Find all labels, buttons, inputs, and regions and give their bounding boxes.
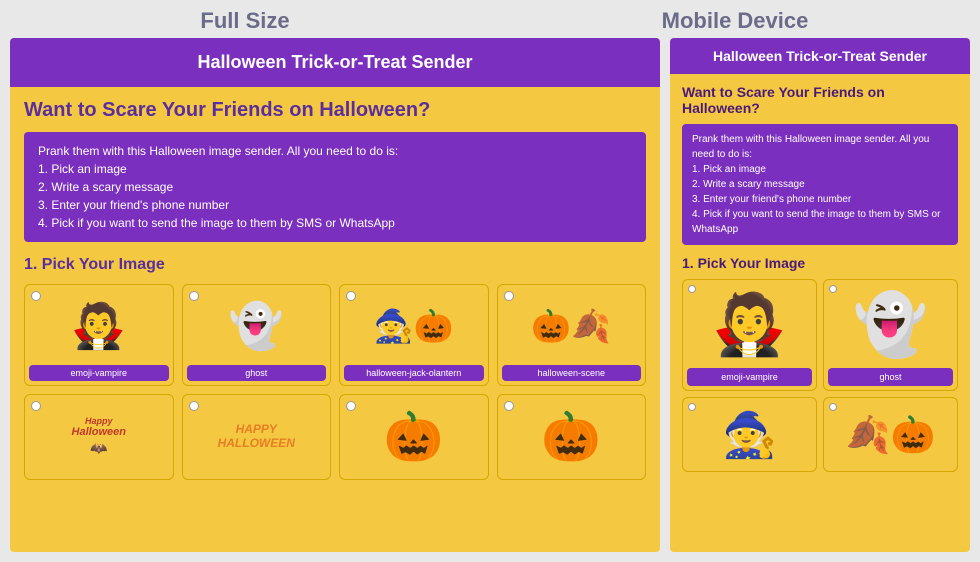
full-intro-box: Prank them with this Halloween image sen…	[24, 132, 646, 242]
radio-vampire[interactable]	[31, 291, 41, 301]
radio-happy-text[interactable]	[31, 401, 41, 411]
mobile-radio-witch[interactable]	[688, 403, 696, 411]
mobile-pick-image-title: 1. Pick Your Image	[682, 255, 958, 271]
radio-pumpkin1[interactable]	[346, 401, 356, 411]
image-card-vampire[interactable]: 🧛 emoji-vampire	[24, 284, 174, 386]
radio-pumpkin2[interactable]	[504, 401, 514, 411]
full-image-grid-row1: 🧛 emoji-vampire 👻 ghost 🧙🎃 ha	[24, 284, 646, 386]
image-card-scene[interactable]: 🎃🍂 halloween-scene	[497, 284, 647, 386]
mobile-step-1: 1. Pick an image	[692, 164, 766, 175]
mobile-step-3: 3. Enter your friend's phone number	[692, 194, 851, 205]
full-step-4: 4. Pick if you want to send the image to…	[38, 216, 395, 230]
mobile-image-card-ghost[interactable]: 👻 ghost	[823, 279, 958, 391]
full-intro-text: Prank them with this Halloween image sen…	[38, 144, 398, 158]
radio-scene[interactable]	[504, 291, 514, 301]
full-pick-image-title: 1. Pick Your Image	[24, 256, 646, 274]
radio-happy-orange[interactable]	[189, 401, 199, 411]
mobile-step-4: 4. Pick if you want to send the image to…	[692, 209, 940, 235]
happy-orange-image: HAPPY HALLOWEEN	[187, 401, 327, 471]
mobile-image-card-scene2[interactable]: 🍂🎃	[823, 397, 958, 472]
mobile-image-card-vampire[interactable]: 🧛 emoji-vampire	[682, 279, 817, 391]
mobile-witch-image: 🧙	[722, 402, 777, 467]
full-image-grid-row2: Happy Halloween 🦇 HAPPY HALLOWEEN	[24, 394, 646, 480]
mobile-scene2-image: 🍂🎃	[846, 402, 936, 467]
image-card-happy-text[interactable]: Happy Halloween 🦇	[24, 394, 174, 480]
pumpkin2-image: 🎃	[502, 401, 642, 471]
mobile-vampire-label-btn[interactable]: emoji-vampire	[687, 368, 812, 386]
full-want-scare-title: Want to Scare Your Friends on Halloween?	[24, 99, 646, 122]
happy-text-image: Happy Halloween 🦇	[29, 401, 169, 471]
witch-pumpkin-image: 🧙🎃	[344, 291, 484, 361]
mobile-radio-ghost[interactable]	[829, 285, 837, 293]
scene-image: 🎃🍂	[502, 291, 642, 361]
mobile-image-card-witch[interactable]: 🧙	[682, 397, 817, 472]
mobile-panel-header: Halloween Trick-or-Treat Sender	[670, 38, 970, 74]
mobile-panel: Halloween Trick-or-Treat Sender Want to …	[670, 38, 970, 552]
pumpkin1-image: 🎃	[344, 401, 484, 471]
mobile-want-scare-title: Want to Scare Your Friends on Halloween?	[682, 84, 958, 116]
vampire-image: 🧛	[29, 291, 169, 361]
mobile-ghost-image: 👻	[828, 284, 953, 364]
full-panel-header: Halloween Trick-or-Treat Sender	[10, 38, 660, 87]
radio-ghost[interactable]	[189, 291, 199, 301]
image-card-witch-pumpkin[interactable]: 🧙🎃 halloween-jack-olantern	[339, 284, 489, 386]
scene-label-btn[interactable]: halloween-scene	[502, 365, 642, 381]
witch-pumpkin-label-btn[interactable]: halloween-jack-olantern	[344, 365, 484, 381]
image-card-pumpkin2[interactable]: 🎃	[497, 394, 647, 480]
full-step-3: 3. Enter your friend's phone number	[38, 198, 229, 212]
ghost-image: 👻	[187, 291, 327, 361]
image-card-ghost[interactable]: 👻 ghost	[182, 284, 332, 386]
mobile-step-2: 2. Write a scary message	[692, 179, 805, 190]
mobile-image-grid: 🧛 emoji-vampire 👻 ghost 🧙	[682, 279, 958, 472]
mobile-radio-vampire[interactable]	[688, 285, 696, 293]
full-step-1: 1. Pick an image	[38, 162, 127, 176]
mobile-radio-scene2[interactable]	[829, 403, 837, 411]
mobile-device-label: Mobile Device	[490, 8, 980, 34]
full-size-panel: Halloween Trick-or-Treat Sender Want to …	[10, 38, 660, 552]
image-card-happy-orange[interactable]: HAPPY HALLOWEEN	[182, 394, 332, 480]
full-step-2: 2. Write a scary message	[38, 180, 173, 194]
mobile-intro-box: Prank them with this Halloween image sen…	[682, 124, 958, 245]
full-size-label: Full Size	[0, 8, 490, 34]
vampire-label-btn[interactable]: emoji-vampire	[29, 365, 169, 381]
image-card-pumpkin1[interactable]: 🎃	[339, 394, 489, 480]
ghost-label-btn[interactable]: ghost	[187, 365, 327, 381]
radio-witch-pumpkin[interactable]	[346, 291, 356, 301]
mobile-ghost-label-btn[interactable]: ghost	[828, 368, 953, 386]
mobile-vampire-image: 🧛	[687, 284, 812, 364]
mobile-intro-text: Prank them with this Halloween image sen…	[692, 134, 929, 160]
